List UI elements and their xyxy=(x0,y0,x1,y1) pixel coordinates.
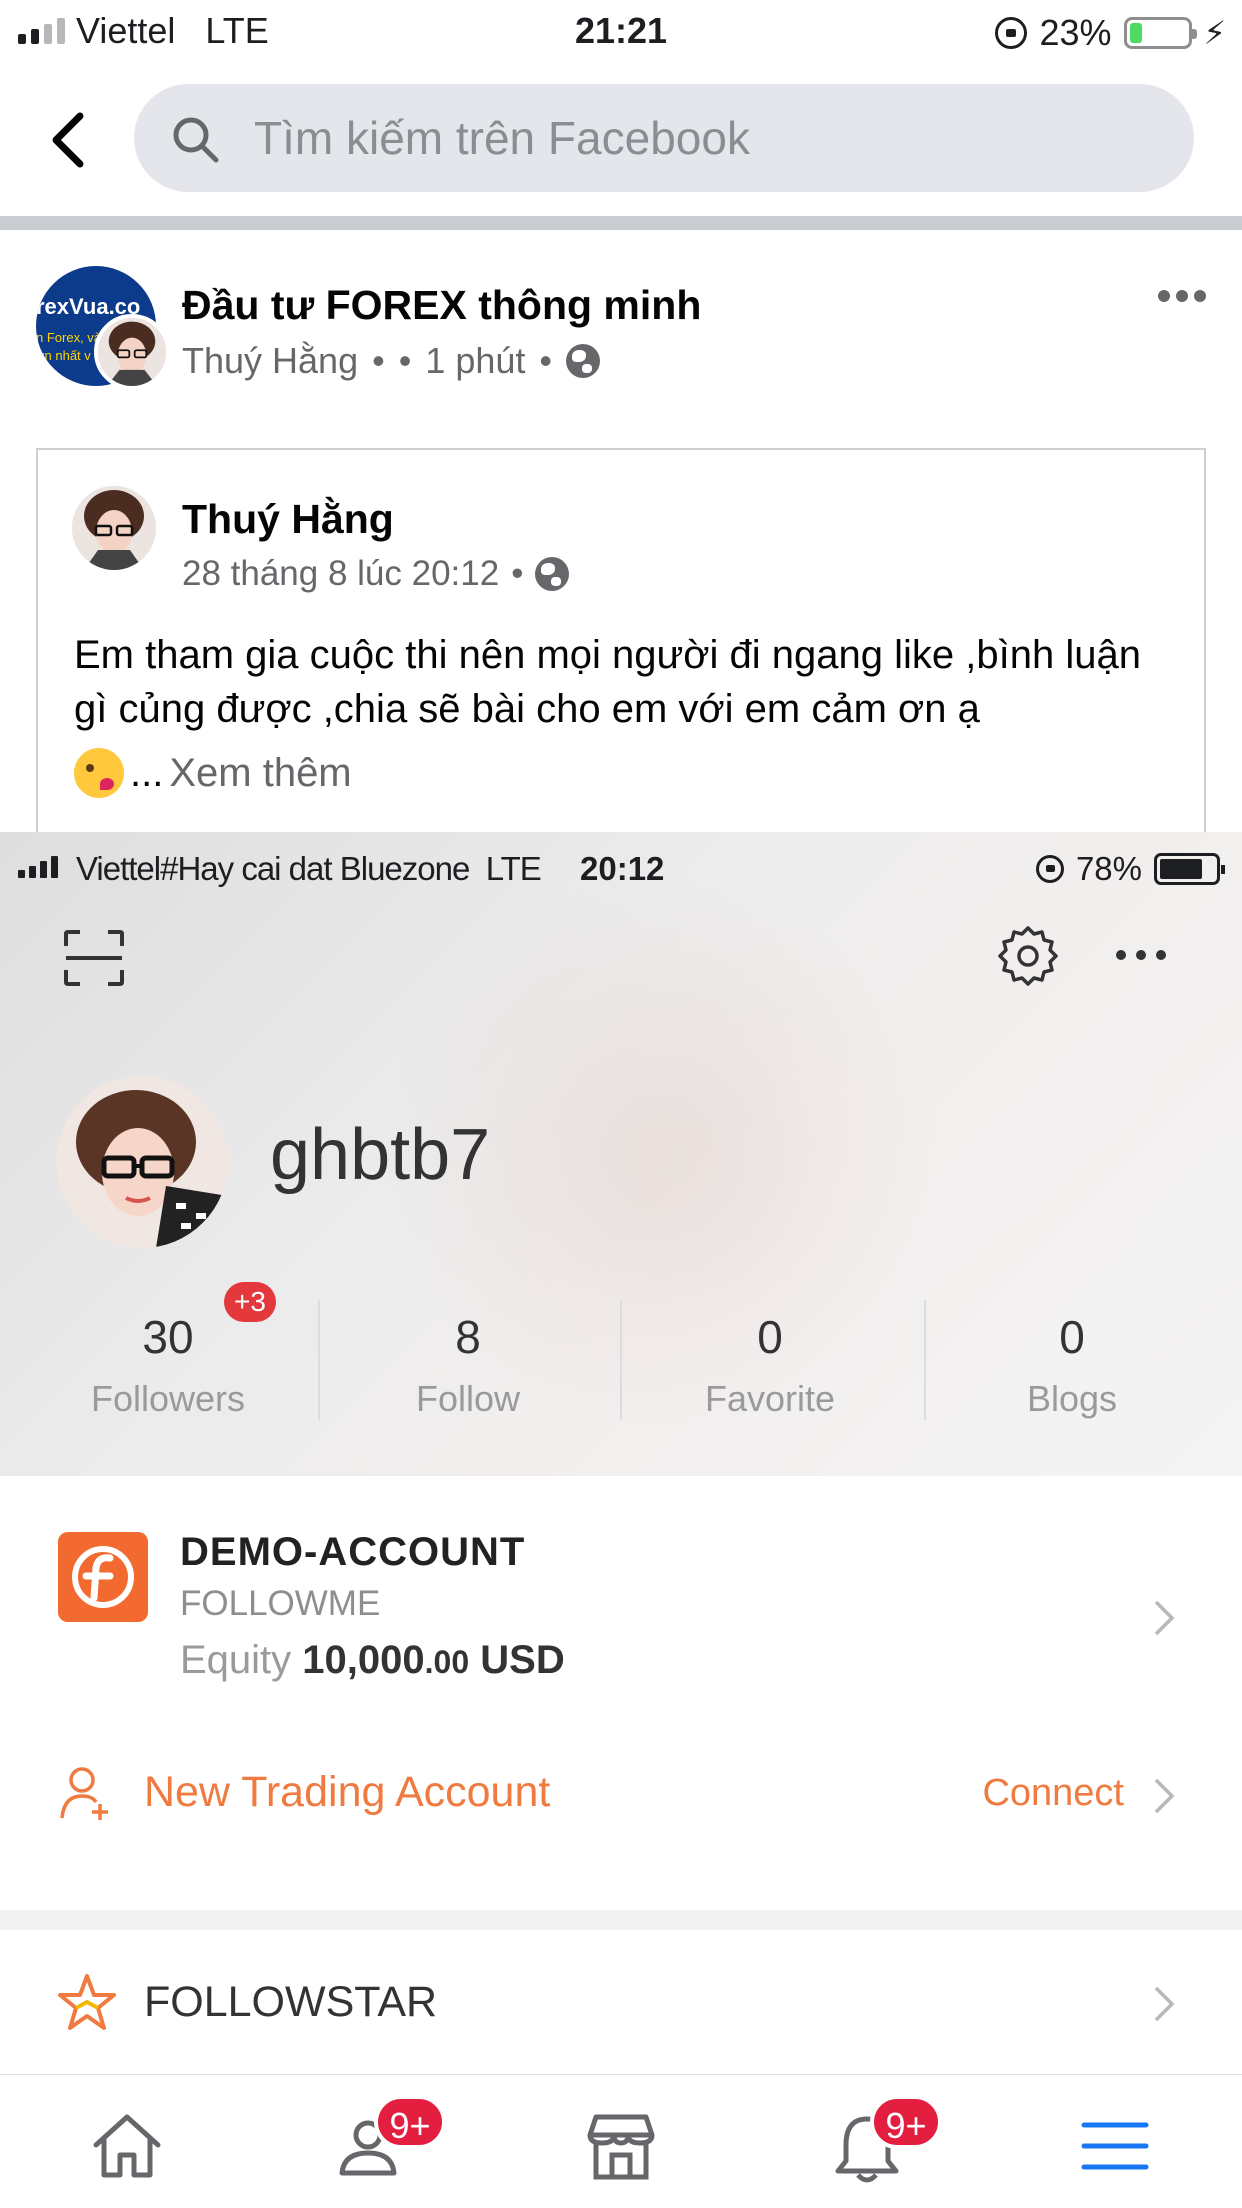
charging-icon: ⚡ xyxy=(1203,15,1226,51)
globe-icon xyxy=(535,557,570,591)
chevron-right-icon xyxy=(1154,1600,1175,1636)
group-name[interactable]: Đầu tư FOREX thông minh xyxy=(182,282,701,329)
followstar-row[interactable]: FOLLOWSTAR xyxy=(0,1930,1242,2050)
embedded-time: 20:12 xyxy=(580,850,665,887)
search-box[interactable] xyxy=(134,84,1194,192)
embedded-screenshot[interactable]: Viettel#Hay cai dat Bluezone LTE 20:12 7… xyxy=(0,832,1242,2080)
followme-logo-icon xyxy=(58,1532,148,1622)
shared-post-date[interactable]: 28 tháng 8 lúc 20:12 xyxy=(182,554,499,594)
marketplace-icon xyxy=(587,2114,655,2180)
signal-icon xyxy=(18,856,58,878)
status-bar: Viettel LTE 21:21 23% ⚡ xyxy=(0,0,1242,62)
search-header xyxy=(0,62,1242,216)
followstar-label: FOLLOWSTAR xyxy=(144,1978,438,2026)
scan-icon[interactable] xyxy=(62,928,126,988)
battery-icon xyxy=(1154,853,1225,885)
notifications-badge: 9+ xyxy=(870,2095,942,2149)
post-author[interactable]: Thuý Hằng xyxy=(182,340,358,382)
shared-post-card[interactable]: Thuý Hằng 28 tháng 8 lúc 20:12 • Em tham… xyxy=(36,448,1206,838)
section-divider xyxy=(0,1910,1242,1930)
shared-post-text: Em tham gia cuộc thi nên mọi người đi ng… xyxy=(74,633,1141,731)
embedded-status-bar: Viettel#Hay cai dat Bluezone LTE 20:12 7… xyxy=(0,846,1242,896)
chevron-right-icon xyxy=(1154,1778,1175,1814)
stat-followers[interactable]: 30 Followers xyxy=(18,1310,318,1420)
stat-follow[interactable]: 8 Follow xyxy=(318,1310,618,1420)
demo-account-row[interactable]: DEMO-ACCOUNT FOLLOWME Equity 10,000.00 U… xyxy=(0,1476,1242,1694)
status-right: 23% ⚡ xyxy=(995,12,1226,54)
post-header: rexVua.co n Forex, và ơn nhất v Đầu tư F… xyxy=(0,230,1242,430)
shared-author-name[interactable]: Thuý Hằng xyxy=(182,496,394,543)
search-input[interactable] xyxy=(254,84,1154,192)
post-meta: Thuý Hằng • • 1 phút • xyxy=(182,340,601,382)
more-options-button[interactable] xyxy=(1158,290,1206,302)
rotation-lock-icon xyxy=(1035,855,1064,883)
followers-new-badge: +3 xyxy=(224,1282,276,1322)
new-account-label: New Trading Account xyxy=(144,1768,551,1816)
profile-username: ghbtb7 xyxy=(270,1115,491,1195)
account-subtitle: FOLLOWME xyxy=(180,1584,381,1623)
tab-marketplace[interactable] xyxy=(574,2105,664,2185)
star-icon xyxy=(58,1974,116,2030)
home-icon xyxy=(93,2114,161,2178)
connect-button[interactable]: Connect xyxy=(982,1772,1124,1815)
tab-home[interactable] xyxy=(80,2105,170,2185)
embedded-status-right: 78% xyxy=(1035,850,1225,888)
tab-menu[interactable] xyxy=(1070,2105,1160,2185)
globe-icon xyxy=(566,344,601,378)
author-avatar[interactable] xyxy=(94,314,170,390)
equity-value: 10,000 xyxy=(302,1638,425,1682)
tab-notifications[interactable]: 9+ xyxy=(822,2095,942,2185)
battery-percent: 23% xyxy=(1039,12,1112,53)
profile-avatar[interactable] xyxy=(56,1076,228,1248)
stat-favorite[interactable]: 0 Favorite xyxy=(620,1310,920,1420)
shared-post-more: ... Xem thêm xyxy=(74,748,352,798)
kiss-emoji-icon xyxy=(74,748,124,798)
embedded-more-button[interactable] xyxy=(1116,950,1166,960)
rotation-lock-icon xyxy=(995,17,1028,49)
tab-friends[interactable]: 9+ xyxy=(326,2095,446,2185)
embedded-carrier: Viettel#Hay cai dat Bluezone LTE xyxy=(76,850,542,887)
new-trading-account-row[interactable]: New Trading Account Connect xyxy=(0,1746,1242,1842)
stat-blogs[interactable]: 0 Blogs xyxy=(922,1310,1222,1420)
add-user-icon xyxy=(60,1767,108,1820)
bottom-tab-bar: 9+ 9+ xyxy=(0,2074,1242,2208)
battery-icon xyxy=(1123,17,1197,49)
see-more-link[interactable]: Xem thêm xyxy=(169,751,351,796)
shared-post-meta: 28 tháng 8 lúc 20:12 • xyxy=(182,554,570,594)
embedded-battery-percent: 78% xyxy=(1075,850,1142,887)
friends-badge: 9+ xyxy=(374,2095,446,2149)
chevron-right-icon xyxy=(1154,1986,1175,2022)
account-equity: Equity 10,000.00 USD xyxy=(180,1638,565,1682)
back-button[interactable] xyxy=(46,110,90,170)
post-time[interactable]: 1 phút xyxy=(425,340,525,382)
divider xyxy=(0,216,1242,230)
menu-icon xyxy=(1081,2122,1149,2170)
account-title: DEMO-ACCOUNT xyxy=(180,1530,526,1574)
settings-gear-icon[interactable] xyxy=(996,924,1060,988)
search-icon xyxy=(173,117,219,163)
shared-author-avatar[interactable] xyxy=(72,486,156,570)
